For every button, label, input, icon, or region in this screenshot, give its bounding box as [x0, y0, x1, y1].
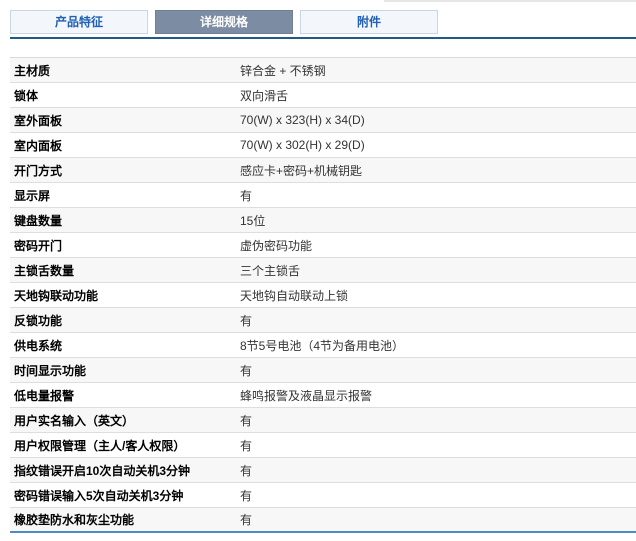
spec-value: 三个主锁舌: [240, 263, 301, 278]
spec-label: 密码错误输入5次自动关机3分钟: [14, 488, 184, 503]
spec-label: 键盘数量: [14, 213, 63, 228]
top-divider: [384, 0, 636, 2]
spec-table: 主材质 锌合金 + 不锈钢 锁体 双向滑舌 室外面板 70(W) x 323(H) x…: [10, 37, 636, 533]
spec-row: 室外面板 70(W) x 323(H) x 34(D): [10, 108, 636, 133]
spec-row: 开门方式 感应卡+密码+机械钥匙: [10, 158, 636, 183]
spec-label: 时间显示功能: [14, 363, 87, 378]
spec-label: 天地钩联动功能: [14, 288, 99, 303]
spec-value: 15位: [240, 213, 266, 228]
spec-label: 低电量报警: [14, 388, 75, 403]
spec-row: 天地钩联动功能 天地钩自动联动上锁: [10, 283, 636, 308]
spec-label: 室外面板: [14, 113, 63, 128]
spec-value: 蜂鸣报警及液晶显示报警: [240, 388, 373, 403]
spec-label: 室内面板: [14, 138, 63, 153]
spec-label: 用户实名输入（英文）: [14, 413, 135, 428]
spec-label: 开门方式: [14, 163, 63, 178]
spec-value: 有: [240, 513, 253, 527]
spec-label: 供电系统: [14, 338, 63, 353]
spec-value: 天地钩自动联动上锁: [240, 288, 349, 303]
spec-value: 有: [240, 488, 253, 503]
spec-value: 锌合金 + 不锈钢: [240, 63, 326, 78]
spec-label: 主材质: [14, 63, 51, 78]
spec-value: 虚伪密码功能: [240, 238, 313, 253]
spec-row: 指纹错误开启10次自动关机3分钟 有: [10, 458, 636, 483]
spec-label: 密码开门: [14, 238, 63, 253]
spec-label: 指纹错误开启10次自动关机3分钟: [14, 463, 191, 478]
spec-label: 锁体: [14, 88, 39, 103]
spec-label: 用户权限管理（主人/客人权限）: [14, 438, 186, 453]
spec-value: 有: [240, 313, 253, 328]
spec-label: 反锁功能: [14, 313, 63, 328]
spec-row: 密码开门 虚伪密码功能: [10, 233, 636, 258]
spec-row: 主材质 锌合金 + 不锈钢: [10, 58, 636, 83]
spec-value: 有: [240, 463, 253, 478]
spec-value: 70(W) x 323(H) x 34(D): [240, 113, 365, 127]
spec-label: 主锁舌数量: [14, 263, 75, 278]
spec-value: 有: [240, 438, 253, 453]
spec-value: 有: [240, 413, 253, 428]
spec-row: 室内面板 70(W) x 302(H) x 29(D): [10, 133, 636, 158]
spec-row: 锁体 双向滑舌: [10, 83, 636, 108]
tab-product-features[interactable]: 产品特征: [10, 10, 148, 34]
spec-row: 密码错误输入5次自动关机3分钟 有: [10, 483, 636, 508]
tab-detailed-specs[interactable]: 详细规格: [155, 10, 293, 34]
spec-value: 8节5号电池（4节为备用电池）: [240, 338, 405, 353]
spec-value: 有: [240, 188, 253, 203]
spec-row: 显示屏 有: [10, 183, 636, 208]
spec-value: 感应卡+密码+机械钥匙: [240, 163, 363, 178]
spec-row: 反锁功能 有: [10, 308, 636, 333]
spec-value: 70(W) x 302(H) x 29(D): [240, 138, 365, 152]
tab-bar: 产品特征 详细规格 附件: [10, 10, 636, 34]
spec-row: 低电量报警 蜂鸣报警及液晶显示报警: [10, 383, 636, 408]
spec-row: 用户权限管理（主人/客人权限） 有: [10, 433, 636, 458]
tab-accessories[interactable]: 附件: [300, 10, 438, 34]
spec-row: 时间显示功能 有: [10, 358, 636, 383]
spec-label: 显示屏: [14, 188, 51, 203]
spec-table-header-spacer: [10, 39, 636, 58]
spec-row: 供电系统 8节5号电池（4节为备用电池）: [10, 333, 636, 358]
spec-row: 主锁舌数量 三个主锁舌: [10, 258, 636, 283]
spec-value: 有: [240, 363, 253, 378]
spec-label: 橡胶垫防水和灰尘功能: [14, 513, 135, 527]
spec-row: 键盘数量 15位: [10, 208, 636, 233]
spec-value: 双向滑舌: [240, 88, 289, 103]
spec-row: 橡胶垫防水和灰尘功能 有: [10, 508, 636, 533]
spec-row: 用户实名输入（英文） 有: [10, 408, 636, 433]
